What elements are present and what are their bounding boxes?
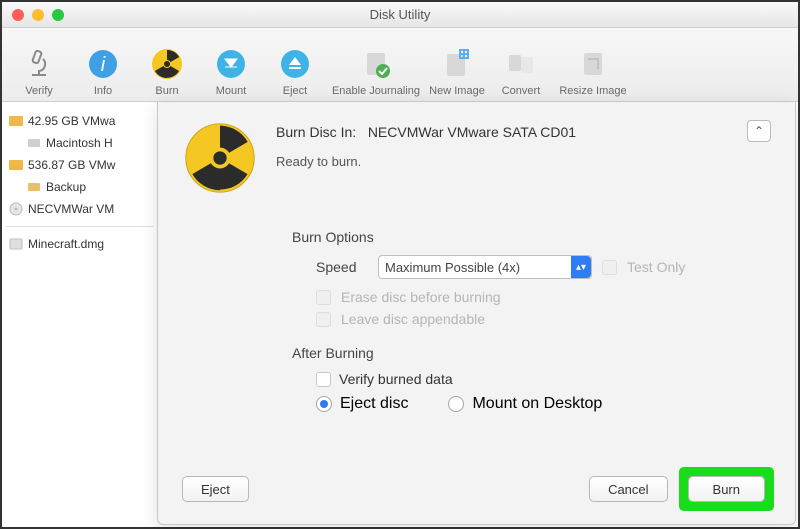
toolbar-label: Convert bbox=[502, 85, 541, 97]
leave-appendable-label: Leave disc appendable bbox=[341, 311, 485, 327]
disk-icon bbox=[8, 113, 24, 129]
app-window: Disk Utility Verify i Info Burn Mount bbox=[2, 2, 798, 527]
sidebar-volume-macintosh[interactable]: Macintosh H bbox=[2, 132, 157, 154]
erase-disc-label: Erase disc before burning bbox=[341, 289, 501, 305]
sidebar-label: 536.87 GB VMw bbox=[28, 158, 115, 172]
toolbar-label: Info bbox=[94, 85, 112, 97]
mount-desktop-label: Mount on Desktop bbox=[472, 395, 602, 413]
toolbar-info[interactable]: i Info bbox=[74, 47, 132, 97]
verify-data-label: Verify burned data bbox=[339, 371, 453, 387]
microscope-icon bbox=[22, 47, 56, 81]
stepper-arrows-icon: ▴▾ bbox=[571, 256, 591, 278]
toolbar-new-image[interactable]: New Image bbox=[428, 47, 486, 97]
test-only-checkbox bbox=[602, 260, 617, 275]
speed-row: Speed Maximum Possible (4x) ▴▾ Test Only bbox=[316, 255, 771, 279]
sidebar-label: Macintosh H bbox=[46, 136, 113, 150]
convert-icon bbox=[504, 47, 538, 81]
sidebar-dmg-minecraft[interactable]: Minecraft.dmg bbox=[2, 233, 157, 255]
speed-select[interactable]: Maximum Possible (4x) ▴▾ bbox=[378, 255, 592, 279]
cancel-button[interactable]: Cancel bbox=[589, 476, 667, 502]
info-icon: i bbox=[86, 47, 120, 81]
toolbar-burn[interactable]: Burn bbox=[138, 47, 196, 97]
dialog-header: Burn Disc In: NECVMWar VMware SATA CD01 … bbox=[182, 120, 771, 201]
window-title: Disk Utility bbox=[2, 7, 798, 22]
erase-disc-checkbox bbox=[316, 290, 331, 305]
sidebar-label: NECVMWar VM bbox=[28, 202, 114, 216]
dmg-icon bbox=[8, 236, 24, 252]
mount-desktop-radio[interactable] bbox=[448, 396, 464, 412]
erase-disc-row: Erase disc before burning bbox=[316, 289, 771, 305]
new-image-icon bbox=[440, 47, 474, 81]
eject-disc-label: Eject disc bbox=[340, 395, 408, 413]
sidebar-divider bbox=[6, 226, 153, 227]
burn-button[interactable]: Burn bbox=[688, 476, 765, 502]
toolbar-verify[interactable]: Verify bbox=[10, 47, 68, 97]
sidebar-disk-1[interactable]: 42.95 GB VMwa bbox=[2, 110, 157, 132]
after-burning-title: After Burning bbox=[292, 345, 771, 361]
eject-disc-radio[interactable] bbox=[316, 396, 332, 412]
toolbar-resize-image[interactable]: Resize Image bbox=[556, 47, 630, 97]
burn-in-device: NECVMWar VMware SATA CD01 bbox=[368, 124, 576, 140]
burn-options-title: Burn Options bbox=[292, 229, 771, 245]
radiation-icon bbox=[150, 47, 184, 81]
toolbar-label: Eject bbox=[283, 85, 307, 97]
disk-icon bbox=[8, 157, 24, 173]
burn-disc-in-row: Burn Disc In: NECVMWar VMware SATA CD01 bbox=[276, 124, 729, 140]
eject-icon bbox=[278, 47, 312, 81]
burn-dialog: Burn Disc In: NECVMWar VMware SATA CD01 … bbox=[157, 102, 796, 525]
toolbar-convert[interactable]: Convert bbox=[492, 47, 550, 97]
sidebar-label: Backup bbox=[46, 180, 86, 194]
toolbar-label: Enable Journaling bbox=[332, 85, 420, 97]
chevron-up-icon: ⌃ bbox=[754, 124, 764, 138]
radiation-icon bbox=[182, 120, 258, 201]
leave-appendable-row: Leave disc appendable bbox=[316, 311, 771, 327]
toolbar-eject[interactable]: Eject bbox=[266, 47, 324, 97]
verify-data-checkbox[interactable] bbox=[316, 372, 331, 387]
toolbar: Verify i Info Burn Mount Eject bbox=[2, 28, 798, 102]
leave-appendable-checkbox bbox=[316, 312, 331, 327]
toolbar-label: Verify bbox=[25, 85, 53, 97]
toolbar-mount[interactable]: Mount bbox=[202, 47, 260, 97]
speed-value: Maximum Possible (4x) bbox=[385, 260, 520, 275]
resize-icon bbox=[576, 47, 610, 81]
collapse-button[interactable]: ⌃ bbox=[747, 120, 771, 142]
toolbar-enable-journaling[interactable]: Enable Journaling bbox=[330, 47, 422, 97]
toolbar-label: Resize Image bbox=[559, 85, 626, 97]
sidebar: 42.95 GB VMwa Macintosh H 536.87 GB VMw … bbox=[2, 102, 157, 527]
volume-icon bbox=[26, 179, 42, 195]
sidebar-label: 42.95 GB VMwa bbox=[28, 114, 115, 128]
burn-button-highlight: Burn bbox=[682, 470, 771, 508]
toolbar-label: New Image bbox=[429, 85, 485, 97]
volume-icon bbox=[26, 135, 42, 151]
after-burning-radios: Eject disc Mount on Desktop bbox=[316, 395, 771, 413]
speed-label: Speed bbox=[316, 259, 368, 275]
journaling-icon bbox=[359, 47, 393, 81]
sidebar-volume-backup[interactable]: Backup bbox=[2, 176, 157, 198]
svg-text:i: i bbox=[101, 54, 106, 76]
sidebar-disk-2[interactable]: 536.87 GB VMw bbox=[2, 154, 157, 176]
sidebar-label: Minecraft.dmg bbox=[28, 237, 104, 251]
ready-status: Ready to burn. bbox=[276, 154, 729, 169]
verify-row: Verify burned data bbox=[316, 371, 771, 387]
eject-button[interactable]: Eject bbox=[182, 476, 249, 502]
toolbar-label: Burn bbox=[155, 85, 178, 97]
burn-in-label: Burn Disc In: bbox=[276, 124, 356, 140]
dialog-buttons: Eject Cancel Burn bbox=[182, 456, 771, 508]
toolbar-label: Mount bbox=[216, 85, 247, 97]
test-only-label: Test Only bbox=[627, 259, 685, 275]
titlebar: Disk Utility bbox=[2, 2, 798, 28]
sidebar-optical-drive[interactable]: NECVMWar VM bbox=[2, 198, 157, 220]
disc-icon bbox=[8, 201, 24, 217]
mount-icon bbox=[214, 47, 248, 81]
main-area: 42.95 GB VMwa Macintosh H 536.87 GB VMw … bbox=[2, 102, 798, 527]
